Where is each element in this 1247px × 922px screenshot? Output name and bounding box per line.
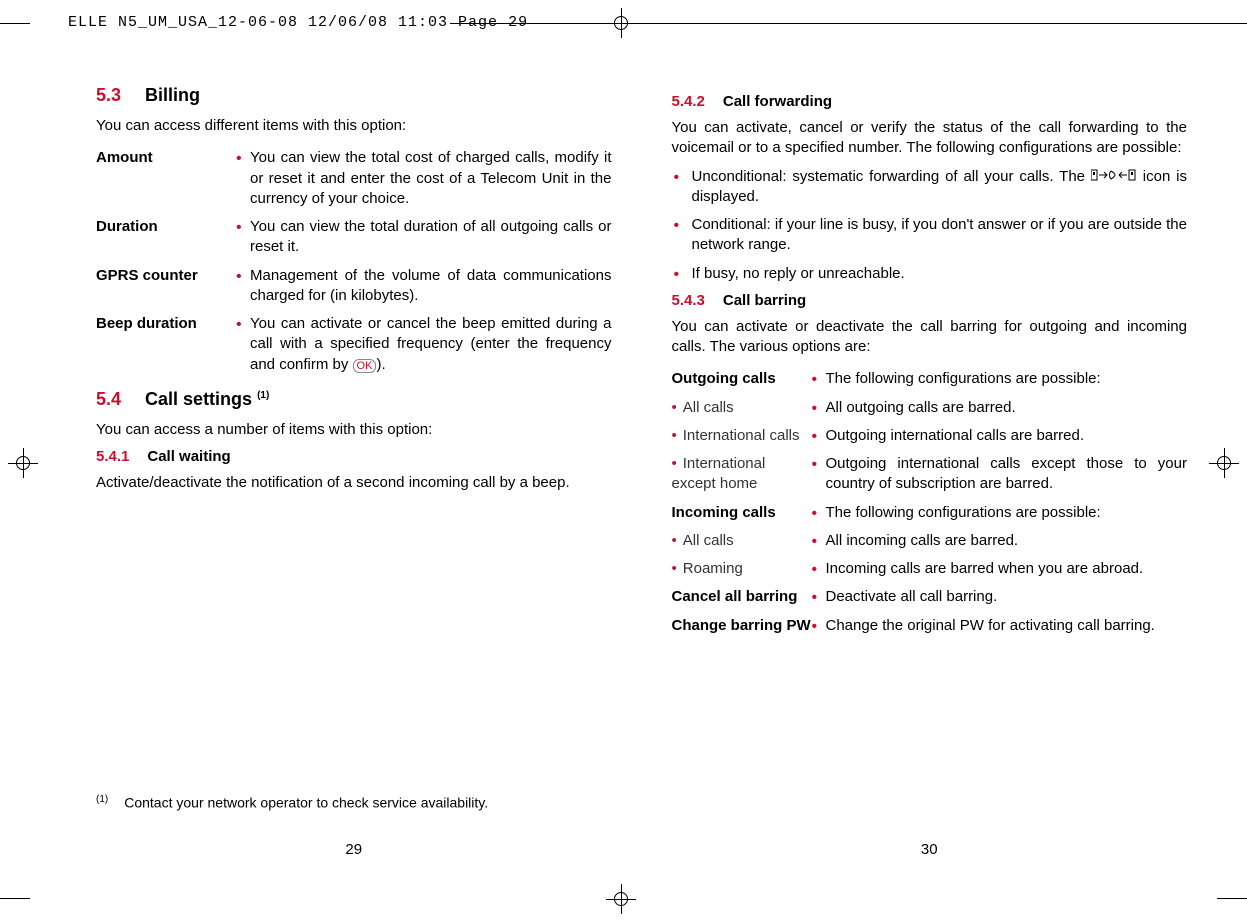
section-title: Billing — [145, 85, 200, 105]
subsection-text: You can activate or deactivate the call … — [672, 317, 1188, 358]
table-row: Change barring PW Change the original PW… — [672, 612, 1188, 640]
footnote-ref: (1) — [257, 390, 269, 401]
term-text: Roaming — [683, 560, 743, 577]
footnote-marker: (1) — [96, 794, 108, 805]
footnote-text: Contact your network operator to check s… — [124, 795, 488, 811]
desc-intl-except: Outgoing international calls except thos… — [812, 450, 1188, 499]
registration-mark-icon — [606, 884, 636, 914]
barring-table: Outgoing calls The following configurati… — [672, 365, 1188, 640]
section-number: 5.3 — [96, 85, 121, 105]
list-item: If busy, no reply or unreachable. — [672, 264, 1188, 284]
term-intl-except: •International except home — [672, 450, 812, 499]
page-number: 29 — [96, 841, 612, 862]
desc-intl: Outgoing international calls are barred. — [812, 422, 1188, 450]
term-gprs: GPRS counter — [96, 262, 236, 311]
table-row: Outgoing calls The following configurati… — [672, 365, 1188, 393]
list-item: Unconditional: systematic forwarding of … — [672, 167, 1188, 208]
table-row: GPRS counter Management of the volume of… — [96, 262, 612, 311]
registration-mark-icon — [1209, 448, 1239, 478]
term-duration: Duration — [96, 213, 236, 262]
table-row: Amount You can view the total cost of ch… — [96, 144, 612, 213]
page-left: 5.3 Billing You can access different item… — [96, 85, 612, 862]
table-row: •All calls All incoming calls are barred… — [672, 527, 1188, 555]
subsection-heading: 5.4.1 Call waiting — [96, 448, 612, 465]
subsection-text: You can activate, cancel or verify the s… — [672, 118, 1188, 159]
section-heading: 5.3 Billing — [96, 85, 612, 106]
section-number: 5.4 — [96, 389, 121, 409]
crop-line — [450, 23, 1247, 24]
desc-amount: You can view the total cost of charged c… — [236, 144, 612, 213]
table-row: Cancel all barring Deactivate all call b… — [672, 583, 1188, 611]
section-title: Call settings — [145, 389, 252, 409]
term-cancel-barring: Cancel all barring — [672, 583, 812, 611]
table-row: Incoming calls The following configurati… — [672, 499, 1188, 527]
registration-mark-icon — [606, 8, 636, 38]
term-all-out: •All calls — [672, 394, 812, 422]
term-text: International calls — [683, 427, 800, 444]
desc-beep-post: ). — [376, 356, 385, 373]
page-number: 30 — [672, 841, 1188, 862]
table-row: •International calls Outgoing internatio… — [672, 422, 1188, 450]
section-intro: You can access a number of items with th… — [96, 420, 612, 440]
term-roaming: •Roaming — [672, 555, 812, 583]
term-text: All calls — [683, 532, 734, 549]
ok-key-icon: OK — [353, 359, 377, 373]
desc-beep-pre: You can activate or cancel the beep emit… — [250, 315, 612, 373]
call-forward-icon — [1091, 167, 1137, 187]
desc-roaming: Incoming calls are barred when you are a… — [812, 555, 1188, 583]
desc-change-pw: Change the original PW for activating ca… — [812, 612, 1188, 640]
list-item: Conditional: if your line is busy, if yo… — [672, 215, 1188, 256]
table-row: Duration You can view the total duration… — [96, 213, 612, 262]
page-right: 5.4.2 Call forwarding You can activate, c… — [672, 85, 1188, 862]
term-outgoing: Outgoing calls — [672, 365, 812, 393]
desc-all-in: All incoming calls are barred. — [812, 527, 1188, 555]
billing-table: Amount You can view the total cost of ch… — [96, 144, 612, 379]
subsection-heading: 5.4.2 Call forwarding — [672, 93, 1188, 110]
term-amount: Amount — [96, 144, 236, 213]
desc-beep: You can activate or cancel the beep emit… — [236, 310, 612, 379]
subsection-number: 5.4.2 — [672, 93, 705, 110]
table-row: •International except home Outgoing inte… — [672, 450, 1188, 499]
subsection-heading: 5.4.3 Call barring — [672, 292, 1188, 309]
subsection-number: 5.4.3 — [672, 292, 705, 309]
subsection-title: Call waiting — [147, 448, 230, 465]
term-change-pw: Change barring PW — [672, 612, 812, 640]
section-heading: 5.4 Call settings (1) — [96, 389, 612, 410]
page-spread: 5.3 Billing You can access different item… — [96, 85, 1187, 862]
fwd-uncond-pre: Unconditional: systematic forwarding of … — [692, 168, 1091, 185]
term-intl: •International calls — [672, 422, 812, 450]
desc-all-out: All outgoing calls are barred. — [812, 394, 1188, 422]
term-text: All calls — [683, 399, 734, 416]
subsection-number: 5.4.1 — [96, 448, 129, 465]
crop-line — [0, 23, 30, 24]
desc-gprs: Management of the volume of data communi… — [236, 262, 612, 311]
crop-line — [0, 898, 30, 899]
subsection-title: Call barring — [723, 292, 806, 309]
desc-duration: You can view the total duration of all o… — [236, 213, 612, 262]
registration-mark-icon — [8, 448, 38, 478]
desc-incoming: The following configurations are possibl… — [812, 499, 1188, 527]
table-row: •All calls All outgoing calls are barred… — [672, 394, 1188, 422]
desc-cancel-barring: Deactivate all call barring. — [812, 583, 1188, 611]
term-all-in: •All calls — [672, 527, 812, 555]
desc-outgoing: The following configurations are possibl… — [812, 365, 1188, 393]
subsection-text: Activate/deactivate the notification of … — [96, 473, 612, 493]
table-row: Beep duration You can activate or cancel… — [96, 310, 612, 379]
term-text: International except home — [672, 455, 766, 492]
crop-line — [1217, 898, 1247, 899]
term-beep: Beep duration — [96, 310, 236, 379]
footnote: (1) Contact your network operator to chec… — [96, 794, 612, 811]
term-incoming: Incoming calls — [672, 499, 812, 527]
forwarding-list: Unconditional: systematic forwarding of … — [672, 167, 1188, 284]
section-intro: You can access different items with this… — [96, 116, 612, 136]
table-row: •Roaming Incoming calls are barred when … — [672, 555, 1188, 583]
subsection-title: Call forwarding — [723, 93, 832, 110]
